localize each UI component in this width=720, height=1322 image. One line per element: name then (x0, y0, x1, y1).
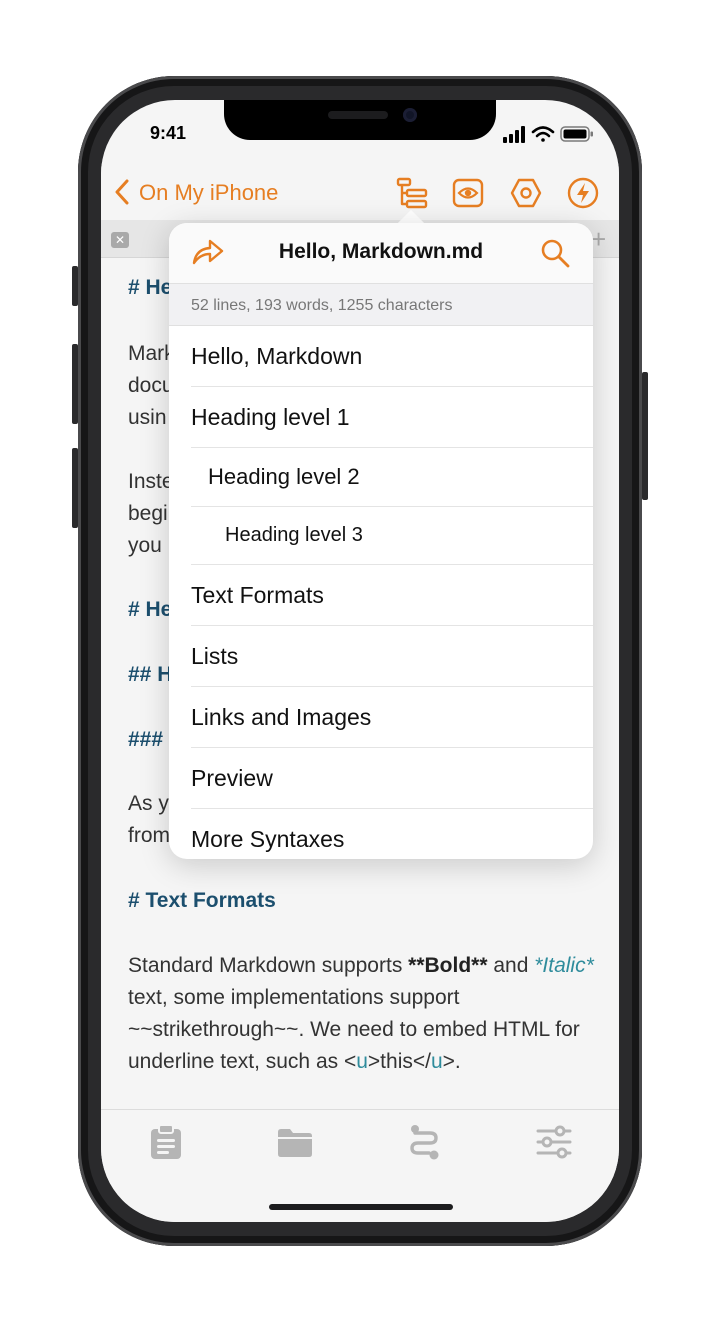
editor-line: you (128, 534, 162, 557)
editor-line: Inste (128, 470, 174, 493)
status-time: 9:41 (150, 123, 187, 143)
cellular-icon (503, 126, 525, 143)
outline-item[interactable]: Heading level 3 (169, 507, 593, 565)
editor-line: ## H (128, 663, 173, 686)
route-icon[interactable] (406, 1124, 442, 1160)
outline-item-label: Heading level 2 (208, 464, 360, 489)
outline-item-label: Links and Images (191, 704, 372, 730)
outline-item[interactable]: Heading level 1 (169, 387, 593, 448)
editor-line: usin (128, 406, 167, 429)
editor-line: As y (128, 792, 169, 815)
outline-item[interactable]: Links and Images (169, 687, 593, 748)
editor-line: # He (128, 276, 173, 299)
paragraph-text: and (487, 954, 535, 977)
paragraph-text: Standard Markdown supports (128, 954, 409, 977)
home-indicator[interactable] (269, 1204, 453, 1210)
text-formats-paragraph: Standard Markdown supports **Bold** and … (128, 950, 598, 1078)
outline-item-label: Hello, Markdown (191, 343, 363, 369)
outline-icon[interactable] (395, 176, 429, 210)
close-tab-icon[interactable]: ✕ (111, 232, 129, 248)
html-tag: u (430, 1050, 443, 1073)
action-button (72, 266, 78, 306)
paragraph-text: >. (442, 1050, 461, 1073)
editor-line: Mark (128, 342, 175, 365)
outline-item-label: Text Formats (191, 582, 324, 608)
popover-title: Hello, Markdown.md (278, 240, 484, 263)
front-camera (403, 108, 417, 122)
stats-text: 52 lines, 193 words, 1255 characters (191, 297, 453, 314)
outline-item[interactable]: Heading level 2 (169, 448, 593, 507)
document-stats: 52 lines, 193 words, 1255 characters (169, 283, 593, 326)
status-icons (503, 126, 593, 143)
outline-item[interactable]: Text Formats (169, 565, 593, 626)
editor-line: from (128, 824, 170, 847)
wifi-icon (531, 126, 555, 142)
power-button (642, 372, 648, 500)
bold-markup: **Bold** (408, 954, 488, 977)
screen: 9:41 On My iPhone ✕ + # He Mark docu usi… (101, 100, 619, 1222)
popover-header: Hello, Markdown.md (169, 223, 593, 283)
text-formats-heading: # Text Formats (128, 889, 276, 912)
italic-markup: *Italic* (534, 954, 594, 977)
outline-item-label: Preview (191, 765, 273, 791)
bolt-icon[interactable] (566, 176, 600, 210)
back-chevron-icon[interactable] (111, 178, 133, 206)
outline-item[interactable]: Lists (169, 626, 593, 687)
sliders-icon[interactable] (536, 1124, 572, 1160)
outline-item-label: More Syntaxes (191, 826, 345, 852)
folder-icon[interactable] (277, 1124, 313, 1160)
notch (224, 100, 496, 140)
paragraph-text: >this</ (367, 1050, 431, 1073)
editor-line: begi (128, 502, 168, 525)
outline-popover: Hello, Markdown.md 52 lines, 193 words, … (169, 223, 593, 859)
preview-eye-icon[interactable] (451, 176, 485, 210)
speaker (328, 111, 388, 119)
search-icon[interactable] (539, 237, 571, 269)
outline-item-label: Heading level 1 (191, 404, 350, 430)
paragraph-text: text, some implementations support ~~str… (128, 986, 580, 1073)
clipboard-icon[interactable] (148, 1124, 184, 1160)
hexagon-settings-icon[interactable] (509, 176, 543, 210)
back-button[interactable]: On My iPhone (139, 180, 278, 206)
outline-item[interactable]: More Syntaxes (169, 809, 593, 859)
outline-item[interactable]: Hello, Markdown (169, 326, 593, 387)
outline-item[interactable]: Preview (169, 748, 593, 809)
navigation-bar: On My iPhone (101, 162, 619, 220)
editor-line: docu (128, 374, 174, 397)
outline-item-label: Heading level 3 (225, 524, 363, 546)
battery-icon (560, 126, 593, 142)
html-tag: u (356, 1050, 368, 1073)
volume-down-button (72, 448, 78, 528)
new-tab-icon[interactable]: + (591, 224, 606, 255)
outline-item-label: Lists (191, 643, 239, 669)
editor-line: ### (128, 728, 164, 751)
editor-line: # He (128, 598, 173, 621)
volume-up-button (72, 344, 78, 424)
